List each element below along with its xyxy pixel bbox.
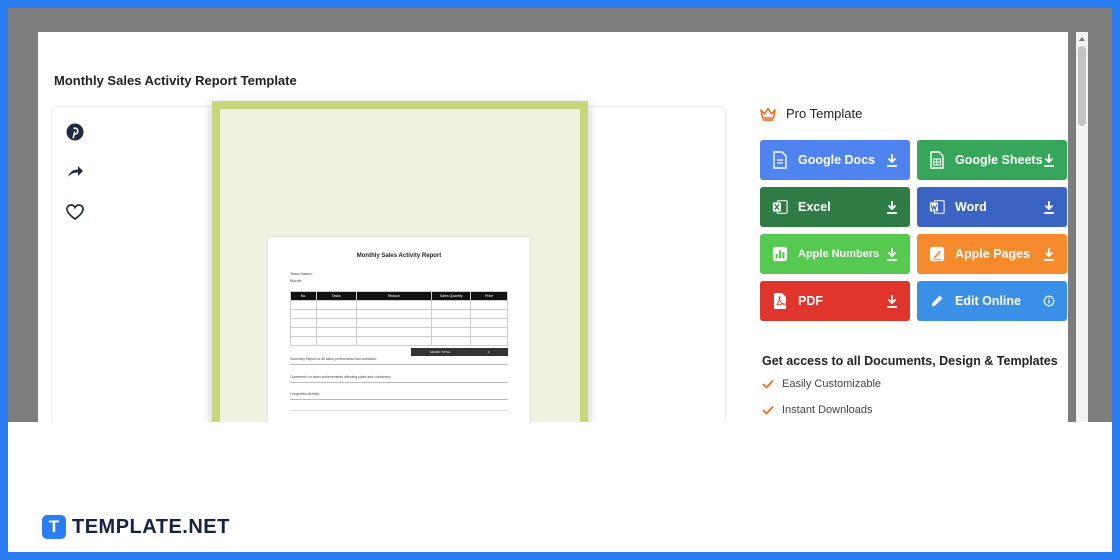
word-button[interactable]: Word: [917, 187, 1067, 227]
doc-table-header: Price: [470, 291, 508, 301]
doc-table-header: Reason: [355, 291, 433, 301]
doc-total-value: 0: [487, 350, 490, 354]
feature-item: Easily Customizable: [762, 378, 881, 390]
word-icon: [929, 200, 945, 214]
share-column: [64, 121, 88, 241]
download-icon: [1044, 201, 1054, 214]
pencil-icon: [931, 295, 943, 307]
doc-line: Summary Report of all sales performance …: [290, 357, 508, 365]
doc-meta: Team Name: Month:: [290, 270, 313, 284]
apple-pages-button[interactable]: Apple Pages: [917, 234, 1067, 274]
google-sheets-label: Google Sheets: [955, 153, 1043, 167]
edit-online-button[interactable]: Edit Online: [917, 281, 1067, 321]
doc-meta-line: Team Name:: [290, 271, 313, 276]
access-title: Get access to all Documents, Design & Te…: [762, 354, 1058, 368]
doc-table-header: Sales Quantity: [431, 291, 472, 301]
crown-icon: [760, 107, 776, 121]
excel-icon: [772, 200, 788, 214]
apple-numbers-label: Apple Numbers: [798, 248, 880, 260]
pdf-icon: [774, 293, 786, 309]
apple-numbers-icon: [772, 246, 788, 262]
pdf-label: PDF: [798, 294, 823, 308]
download-icon: [1044, 248, 1054, 261]
pinterest-icon[interactable]: [64, 121, 86, 143]
apple-pages-icon: [929, 246, 945, 262]
document-thumbnail[interactable]: Monthly Sales Activity Report Team Name:…: [268, 237, 530, 422]
doc-table-header: Tasks: [315, 291, 357, 301]
doc-table-header: No.: [290, 291, 317, 301]
pro-template-label: Pro Template: [786, 106, 863, 121]
scroll-up-arrow-icon[interactable]: [1079, 37, 1085, 41]
template-logo-icon: T: [42, 515, 66, 539]
google-sheets-button[interactable]: Google Sheets: [917, 140, 1067, 180]
download-icon: [1044, 154, 1054, 167]
doc-line-empty: [290, 407, 508, 411]
pro-template-badge: Pro Template: [760, 106, 862, 121]
share-icon[interactable]: [64, 161, 86, 183]
feature-label: Easily Customizable: [782, 378, 882, 390]
template-page: Monthly Sales Activity Report Template M…: [38, 32, 1068, 422]
edit-online-label: Edit Online: [955, 294, 1021, 308]
doc-total-label: GRAND TOTAL: [429, 350, 451, 354]
download-icon: [887, 295, 897, 308]
google-sheets-icon: [930, 151, 944, 169]
scrollbar-thumb[interactable]: [1078, 46, 1086, 126]
info-icon[interactable]: [1043, 294, 1055, 308]
google-docs-button[interactable]: Google Docs: [760, 140, 910, 180]
doc-line: Competitor Activity:: [290, 392, 508, 400]
table-row: [290, 300, 508, 310]
download-icon: [887, 201, 897, 214]
brand-name: TEMPLATE.NET: [72, 515, 230, 538]
table-row: [290, 318, 508, 328]
excel-label: Excel: [798, 200, 831, 214]
apple-pages-label: Apple Pages: [955, 247, 1031, 261]
brand-logo: T TEMPLATE.NET: [42, 515, 230, 539]
heart-icon[interactable]: [64, 201, 86, 223]
page-title: Monthly Sales Activity Report Template: [54, 73, 297, 88]
doc-title: Monthly Sales Activity Report: [356, 253, 442, 259]
table-row: [290, 336, 508, 346]
table-row: [290, 327, 508, 337]
google-docs-icon: [773, 151, 787, 169]
doc-grand-total: GRAND TOTAL 0: [411, 348, 508, 356]
doc-table: No. Tasks Reason Sales Quantity Price: [290, 291, 508, 346]
template-preview-frame[interactable]: Monthly Sales Activity Report Team Name:…: [212, 101, 588, 422]
doc-line: Comments on team achievements affecting …: [290, 375, 508, 383]
page-scrollbar[interactable]: [1076, 32, 1088, 422]
feature-item: Instant Downloads: [762, 404, 873, 416]
table-row: [290, 309, 508, 319]
feature-label: Instant Downloads: [782, 404, 873, 416]
checkmark-icon: [762, 405, 774, 415]
apple-numbers-button[interactable]: Apple Numbers: [760, 234, 910, 274]
checkmark-icon: [762, 379, 774, 389]
download-icon: [887, 154, 897, 167]
word-label: Word: [955, 200, 987, 214]
excel-button[interactable]: Excel: [760, 187, 910, 227]
screenshot-area: Monthly Sales Activity Report Template M…: [8, 8, 1112, 422]
google-docs-label: Google Docs: [798, 153, 876, 167]
preview-card: Monthly Sales Activity Report Team Name:…: [51, 101, 726, 422]
doc-meta-line: Month:: [290, 278, 303, 283]
pdf-button[interactable]: PDF: [760, 281, 910, 321]
download-icon: [887, 248, 897, 261]
